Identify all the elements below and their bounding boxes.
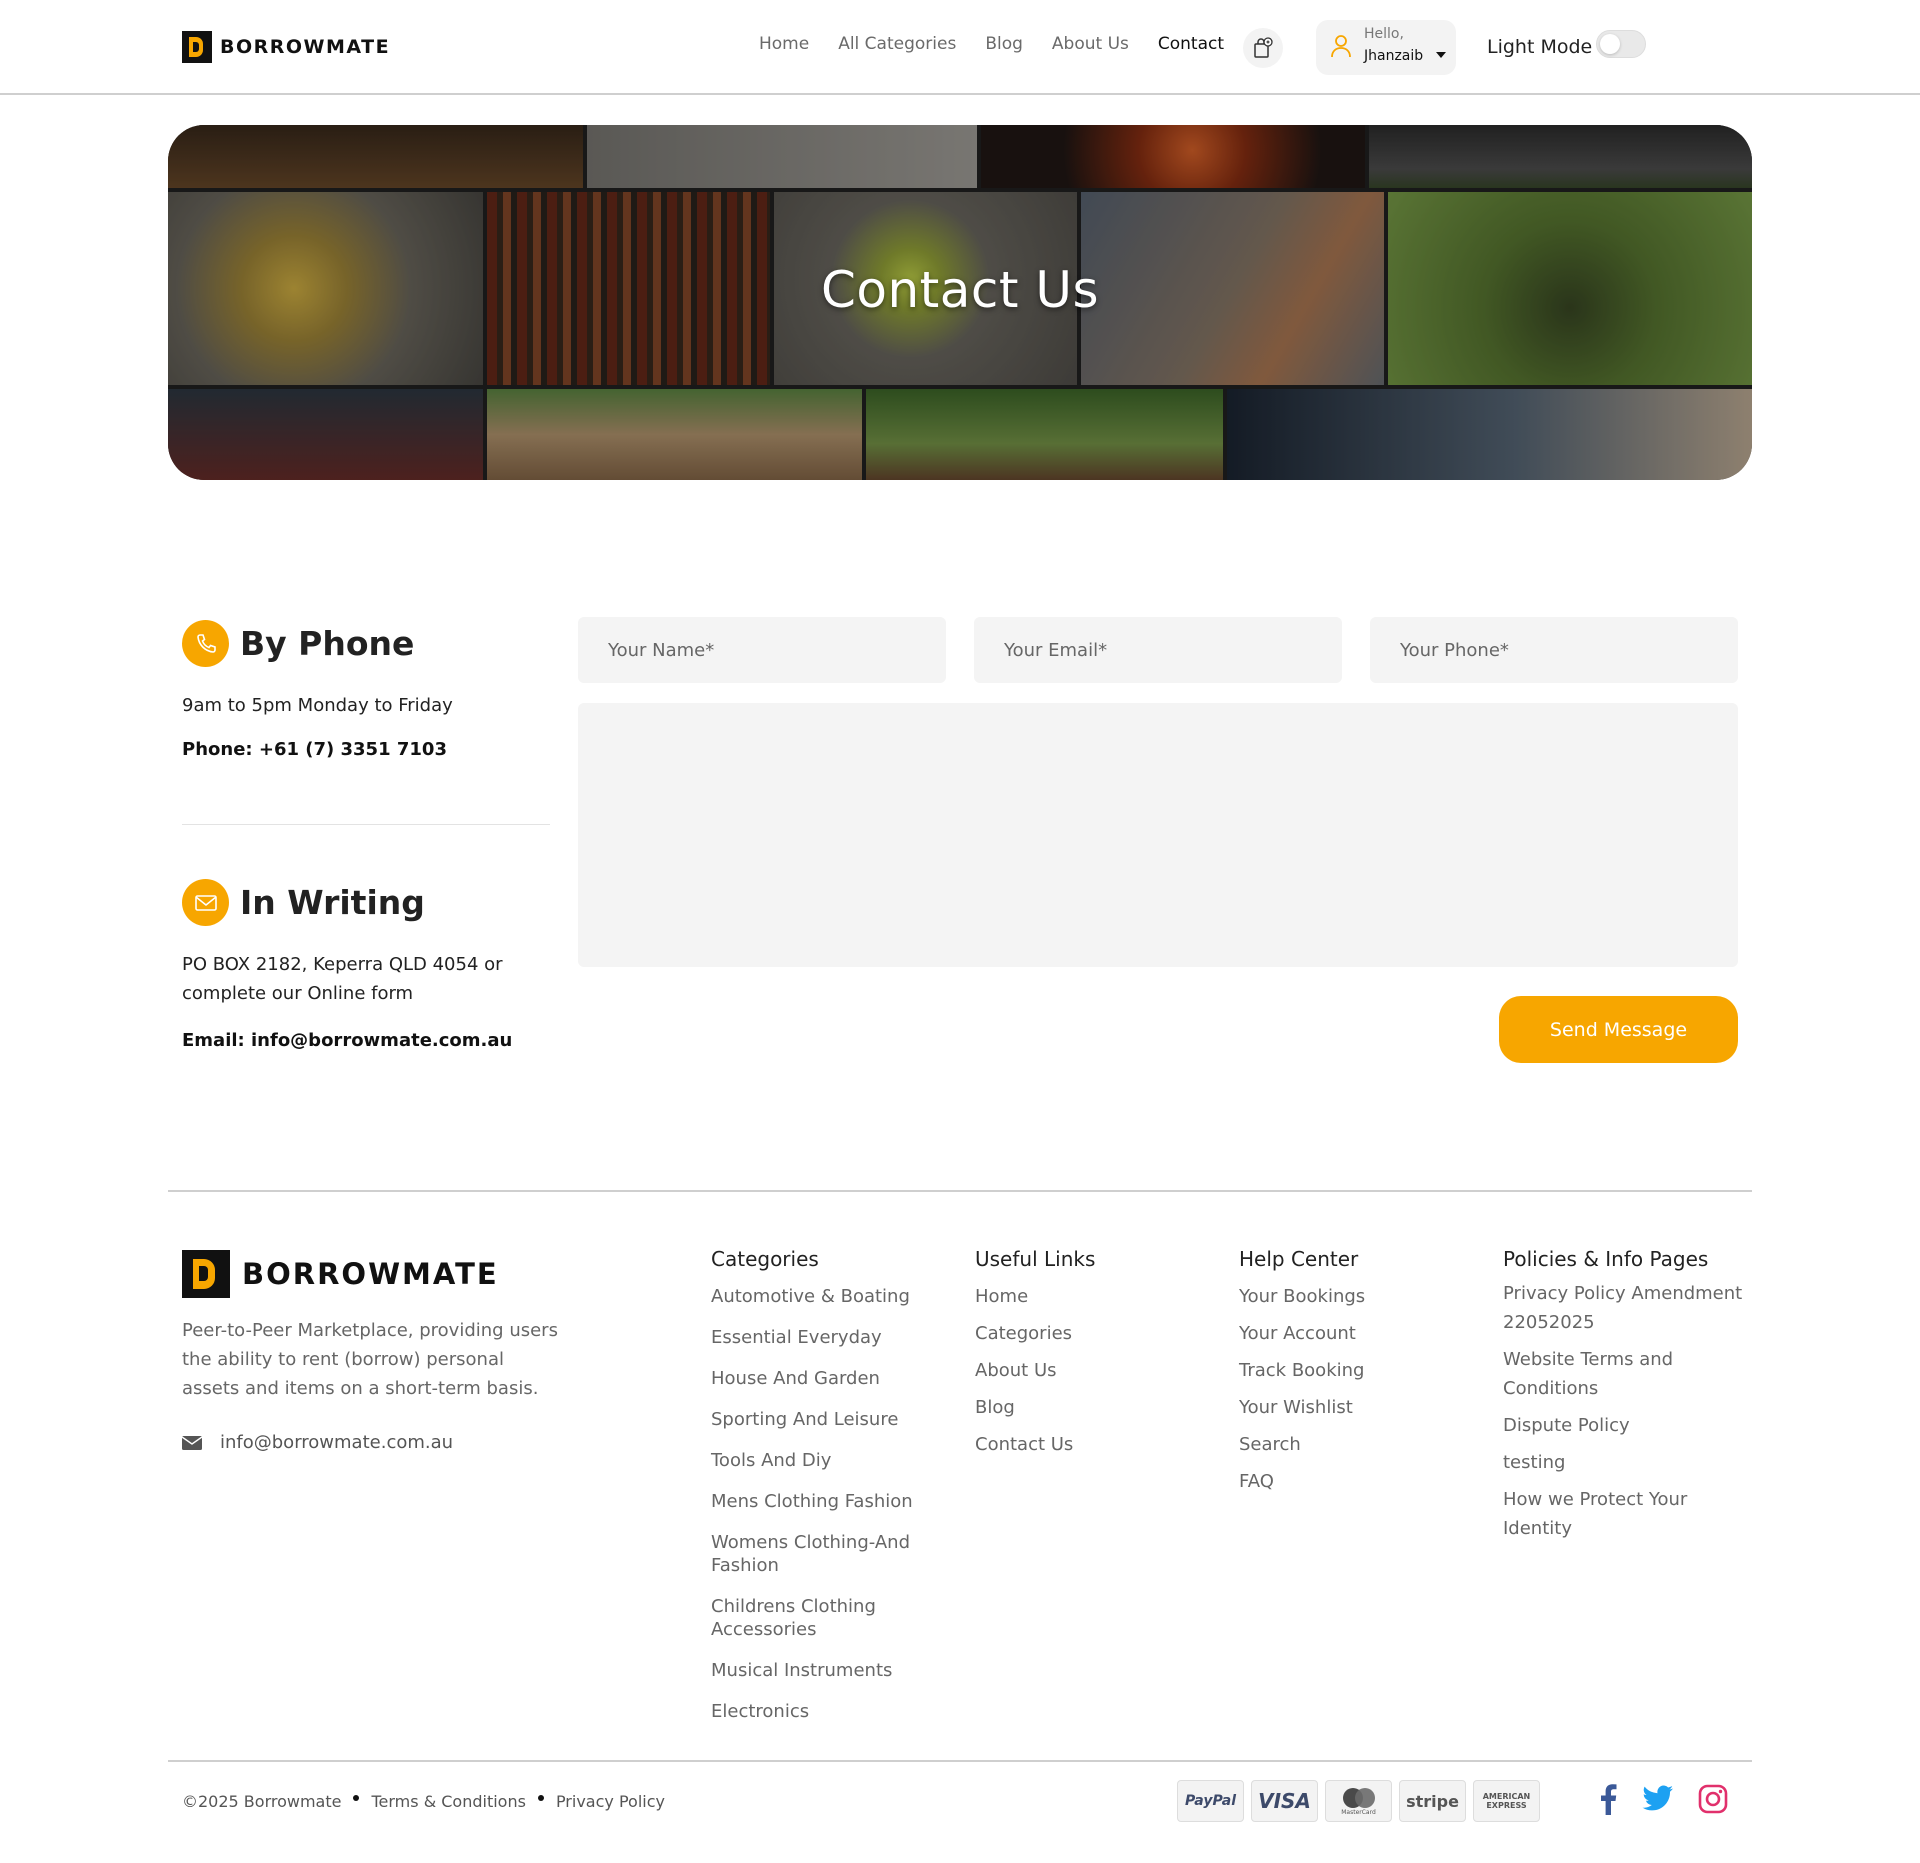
footer-email[interactable]: info@borrowmate.com.au <box>182 1432 453 1453</box>
footer-link[interactable]: Dispute Policy <box>1503 1411 1743 1440</box>
footer-link[interactable]: Essential Everyday <box>711 1326 921 1349</box>
mastercard-icon: MasterCard <box>1325 1780 1392 1822</box>
phone-section: By Phone 9am to 5pm Monday to Friday Pho… <box>182 620 550 830</box>
theme-toggle[interactable] <box>1596 30 1646 58</box>
footer-link[interactable]: Search <box>1239 1433 1365 1456</box>
twitter-icon[interactable] <box>1642 1785 1674 1813</box>
cart-button[interactable] <box>1243 28 1283 68</box>
footer-link[interactable]: Tools And Diy <box>711 1449 921 1472</box>
user-name: Jhanzaib <box>1364 48 1424 64</box>
envelope-icon <box>182 1435 202 1450</box>
footer-policies: Policies & Info Pages Privacy Policy Ame… <box>1503 1247 1743 1551</box>
footer-link[interactable]: Categories <box>975 1322 1095 1345</box>
email-field[interactable] <box>974 617 1342 683</box>
footer-help-center-title: Help Center <box>1239 1247 1359 1271</box>
contact-info: By Phone 9am to 5pm Monday to Friday Pho… <box>182 620 550 1051</box>
user-icon <box>1331 35 1351 58</box>
footer-link[interactable]: Home <box>975 1285 1095 1308</box>
contact-email[interactable]: Email: info@borrowmate.com.au <box>182 1030 512 1051</box>
footer-link[interactable]: Privacy Policy Amendment 22052025 <box>1503 1279 1743 1337</box>
logo-text: BORROWMATE <box>220 36 391 58</box>
footer-link[interactable]: Track Booking <box>1239 1359 1365 1382</box>
instagram-icon[interactable] <box>1698 1784 1728 1814</box>
message-field[interactable] <box>578 703 1738 967</box>
writing-section-title: In Writing <box>240 883 425 922</box>
site-logo[interactable]: BORROWMATE <box>182 31 390 63</box>
visa-icon: VISA <box>1251 1780 1318 1822</box>
nav-item-all-categories[interactable]: All Categories <box>838 34 956 54</box>
user-greeting: Hello, <box>1364 26 1404 42</box>
footer-link[interactable]: Blog <box>975 1396 1095 1419</box>
postal-address-line1: PO BOX 2182, Keperra QLD 4054 or <box>182 954 503 975</box>
logo-mark-icon <box>182 1250 230 1298</box>
footer-policies-title: Policies & Info Pages <box>1503 1247 1709 1271</box>
footer-link[interactable]: Your Account <box>1239 1322 1365 1345</box>
footer-divider <box>168 1190 1752 1192</box>
amex-icon: AMERICAN EXPRESS <box>1473 1780 1540 1822</box>
nav-item-blog[interactable]: Blog <box>985 34 1023 54</box>
stripe-icon: stripe <box>1399 1780 1466 1822</box>
footer-link[interactable]: Sporting And Leisure <box>711 1408 921 1431</box>
phone-number[interactable]: Phone: +61 (7) 3351 7103 <box>182 739 447 760</box>
mail-icon <box>182 879 229 926</box>
main-nav: Home All Categories Blog About Us Contac… <box>759 34 1253 54</box>
paypal-icon: PayPal <box>1177 1780 1244 1822</box>
footer-categories-title: Categories <box>711 1247 819 1271</box>
footer-link[interactable]: Contact Us <box>975 1433 1095 1456</box>
logo-mark-icon <box>182 31 212 63</box>
footer-useful-links: Useful Links Home Categories About Us Bl… <box>975 1247 1095 1470</box>
cart-icon <box>1254 37 1273 58</box>
footer-link[interactable]: FAQ <box>1239 1470 1365 1493</box>
separator-dot <box>353 1794 360 1801</box>
footer-logo[interactable]: BORROWMATE <box>182 1250 499 1298</box>
footer-link[interactable]: Musical Instruments <box>711 1659 921 1682</box>
copyright-text: ©2025 Borrowmate <box>182 1792 342 1811</box>
footer-bottom-bar: ©2025 Borrowmate Terms & Conditions Priv… <box>182 1792 665 1811</box>
footer-bottom-divider <box>168 1760 1752 1762</box>
footer-link[interactable]: Childrens Clothing Accessories <box>711 1595 921 1641</box>
privacy-link[interactable]: Privacy Policy <box>556 1792 665 1811</box>
footer-description: Peer-to-Peer Marketplace, providing user… <box>182 1320 558 1399</box>
footer-link[interactable]: Womens Clothing-And Fashion <box>711 1531 921 1577</box>
name-field[interactable] <box>578 617 946 683</box>
footer-help-center: Help Center Your Bookings Your Account T… <box>1239 1247 1365 1507</box>
phone-icon <box>182 620 229 667</box>
phone-hours: 9am to 5pm Monday to Friday <box>182 695 453 716</box>
footer-link[interactable]: Your Bookings <box>1239 1285 1365 1308</box>
postal-address-line2: complete our Online form <box>182 983 414 1004</box>
footer-link[interactable]: How we Protect Your Identity <box>1503 1485 1743 1543</box>
nav-item-contact[interactable]: Contact <box>1158 34 1224 54</box>
page-title: Contact Us <box>820 261 1100 319</box>
phone-section-title: By Phone <box>240 624 415 663</box>
footer-link[interactable]: Website Terms and Conditions <box>1503 1345 1743 1403</box>
theme-mode-label: Light Mode <box>1487 36 1593 58</box>
facebook-icon[interactable] <box>1598 1783 1618 1815</box>
social-links <box>1598 1783 1728 1815</box>
footer-email-text: info@borrowmate.com.au <box>220 1432 454 1453</box>
footer-link[interactable]: House And Garden <box>711 1367 921 1390</box>
divider <box>182 824 550 825</box>
footer-link[interactable]: Automotive & Boating <box>711 1285 921 1308</box>
footer-logo-text: BORROWMATE <box>242 1257 499 1291</box>
nav-item-home[interactable]: Home <box>759 34 809 54</box>
payment-methods: PayPal VISA MasterCard stripe AMERICAN E… <box>1177 1780 1540 1822</box>
chevron-down-icon <box>1436 52 1446 58</box>
footer-link[interactable]: testing <box>1503 1448 1743 1477</box>
terms-link[interactable]: Terms & Conditions <box>371 1792 525 1811</box>
site-header: BORROWMATE Home All Categories Blog Abou… <box>0 0 1920 95</box>
footer-useful-links-title: Useful Links <box>975 1247 1096 1271</box>
footer-categories: Categories Automotive & Boating Essentia… <box>711 1247 921 1741</box>
footer-link[interactable]: Your Wishlist <box>1239 1396 1365 1419</box>
footer-link[interactable]: About Us <box>975 1359 1095 1382</box>
mastercard-label: MasterCard <box>1341 1808 1376 1816</box>
user-menu[interactable]: Hello, Jhanzaib <box>1316 20 1456 75</box>
footer-link[interactable]: Electronics <box>711 1700 921 1723</box>
footer-link[interactable]: Mens Clothing Fashion <box>711 1490 921 1513</box>
phone-field[interactable] <box>1370 617 1738 683</box>
nav-item-about-us[interactable]: About Us <box>1052 34 1129 54</box>
send-message-button[interactable]: Send Message <box>1499 996 1738 1063</box>
hero-banner: Contact Us <box>168 125 1752 480</box>
separator-dot <box>537 1794 544 1801</box>
